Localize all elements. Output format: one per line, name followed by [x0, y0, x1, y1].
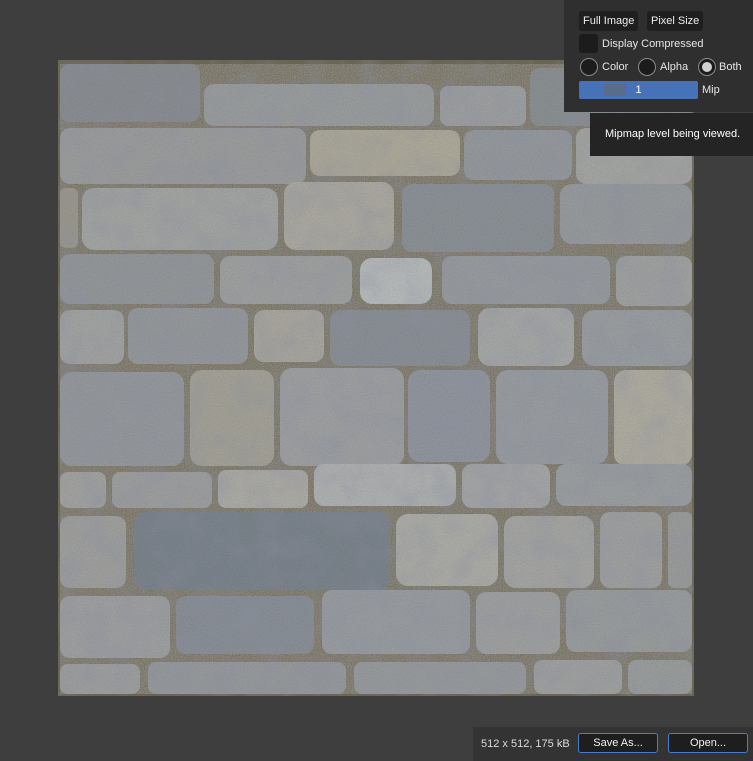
- channel-alpha-radio[interactable]: [638, 58, 656, 76]
- texture-options-panel: Full Image Pixel Size Display Compressed…: [564, 0, 753, 112]
- channel-color-label: Color: [602, 61, 629, 73]
- mip-level-value: 1: [635, 84, 642, 96]
- open-button[interactable]: Open...: [668, 733, 748, 753]
- pixel-size-button[interactable]: Pixel Size: [647, 11, 704, 31]
- channel-alpha-label: Alpha: [660, 61, 689, 73]
- display-compressed-label: Display Compressed: [602, 38, 704, 50]
- mip-label: Mip: [702, 84, 720, 96]
- save-as-button[interactable]: Save As...: [578, 733, 658, 753]
- texture-viewer: Full Image Pixel Size Display Compressed…: [0, 0, 753, 761]
- footer-bar: 512 x 512, 175 kB Save As... Open...: [473, 727, 753, 761]
- image-info-text: 512 x 512, 175 kB: [481, 738, 570, 750]
- channel-both-label: Both: [719, 61, 742, 73]
- channel-color-radio[interactable]: [580, 58, 598, 76]
- channel-both-radio[interactable]: [698, 58, 716, 76]
- mip-level-slider[interactable]: 1: [579, 81, 698, 99]
- display-compressed-checkbox[interactable]: [579, 34, 598, 53]
- mip-tooltip: Mipmap level being viewed.: [590, 113, 753, 156]
- full-image-button[interactable]: Full Image: [579, 11, 639, 31]
- tooltip-text: Mipmap level being viewed.: [605, 128, 741, 140]
